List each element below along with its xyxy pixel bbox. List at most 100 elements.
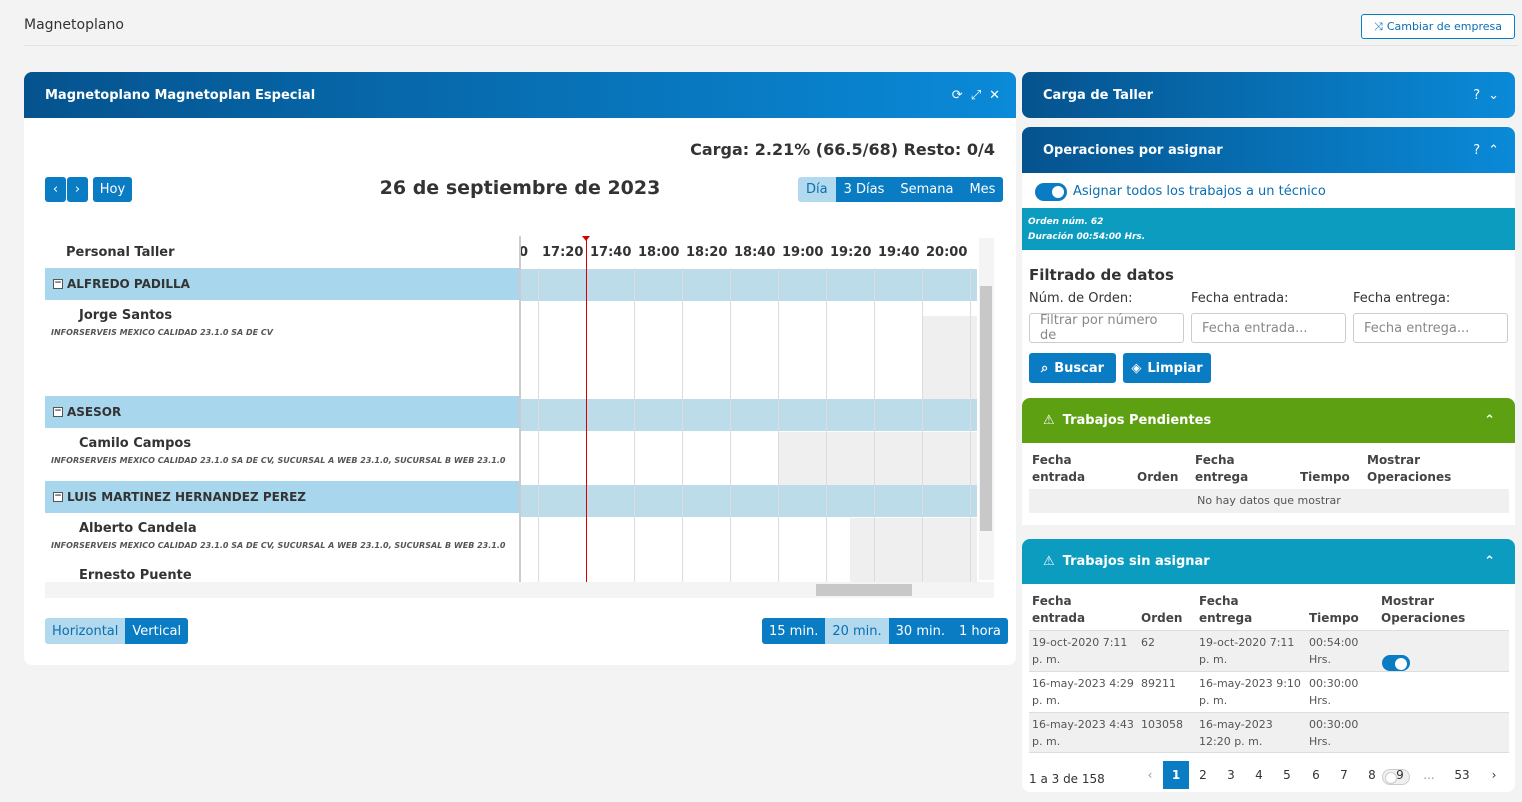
page-9[interactable]: 9 [1387,761,1413,789]
group-band [521,269,977,301]
col-mostrar[interactable]: Mostrar Operaciones [1367,452,1451,486]
page-5[interactable]: 5 [1274,761,1300,789]
timeline-grid: 0 17:20 17:40 18:00 18:20 18:40 19:00 19… [521,236,977,582]
view-3days[interactable]: 3 Días [835,177,893,202]
col-tiempo[interactable]: Tiempo [1300,469,1350,486]
page-3[interactable]: 3 [1218,761,1244,789]
clear-button[interactable]: ◈ Limpiar [1123,353,1211,383]
col-tiempo[interactable]: Tiempo [1309,610,1359,627]
page-7[interactable]: 7 [1331,761,1357,789]
expand-icon[interactable]: ⤢ [971,88,981,103]
refresh-icon[interactable]: ⟳ [952,88,963,103]
current-time-marker [582,236,590,241]
order-filter-label: Núm. de Orden: [1029,291,1133,306]
pagination-summary: 1 a 3 de 158 [1029,772,1105,786]
search-button[interactable]: ⌕ Buscar [1029,353,1116,383]
load-summary: Carga: 2.21% (66.5/68) Resto: 0/4 [690,140,995,159]
col-orden[interactable]: Orden [1141,610,1182,627]
divider [24,45,1518,46]
page-title: Magnetoplano [24,17,124,33]
view-week[interactable]: Semana [892,177,962,202]
orientation-switch: Horizontal Vertical [45,618,189,644]
person-name: Jorge Santos [79,308,173,323]
page-6[interactable]: 6 [1303,761,1329,789]
current-time-line [586,236,587,582]
help-icon[interactable]: ? [1473,88,1480,103]
date-in-input[interactable]: Fecha entrada... [1191,313,1346,343]
chevron-left-icon: ‹ [52,182,59,197]
staff-column-header: Personal Taller [66,244,175,260]
page-4[interactable]: 4 [1246,761,1272,789]
person-company: INFORSERVEIS MEXICO CALIDAD 23.1.0 SA DE… [51,541,506,550]
chevron-down-icon[interactable]: ⌄ [1488,88,1499,103]
group-row[interactable]: − ALFREDO PADILLA [45,268,519,300]
collapse-icon[interactable]: − [53,407,63,417]
search-icon: ⌕ [1040,360,1049,376]
ops-title: Operaciones por asignar [1043,142,1223,158]
col-fecha-entrega[interactable]: Fecha entrega [1195,452,1255,486]
group-row[interactable]: − ASESOR [45,396,519,428]
board-header: Magnetoplano Magnetoplan Especial ⟳ ⤢ ✕ [24,72,1016,118]
view-month[interactable]: Mes [961,177,1004,202]
top-bar [0,0,1522,55]
chevron-up-icon[interactable]: ⌃ [1484,413,1515,428]
carga-card: Carga de Taller? ⌄ [1022,72,1515,118]
order-filter-input[interactable]: Filtrar por número de [1029,313,1184,343]
collapse-icon[interactable]: − [53,279,63,289]
col-orden[interactable]: Orden [1137,469,1178,486]
horizontal-scrollbar[interactable] [45,582,994,598]
staff-column: Personal Taller − ALFREDO PADILLA Jorge S… [45,236,519,582]
interval-20[interactable]: 20 min. [825,618,889,644]
person-name: Ernesto Puente [79,568,192,582]
chevron-up-icon[interactable]: ⌃ [1488,143,1499,158]
empty-message: No hay datos que mostrar [1197,494,1341,507]
pending-header[interactable]: ⚠ Trabajos Pendientes ⌃ [1022,398,1515,443]
shuffle-icon: ⤨ [1374,19,1383,33]
show-operations-toggle[interactable] [1382,655,1410,671]
page-ellipsis: ... [1423,768,1435,782]
chevron-right-icon: › [74,182,81,197]
interval-switch: 15 min. 20 min. 30 min. 1 hora [762,618,1008,644]
person-name: Camilo Campos [79,436,192,451]
person-company: INFORSERVEIS MEXICO CALIDAD 23.1.0 SA DE… [51,456,506,465]
chevron-up-icon[interactable]: ⌃ [1484,554,1515,569]
board-title: Magnetoplano Magnetoplan Especial [45,87,316,103]
date-in-label: Fecha entrada: [1191,291,1289,306]
group-row[interactable]: − LUIS MARTINEZ HERNANDEZ PEREZ [45,481,519,513]
interval-60[interactable]: 1 hora [951,618,1008,644]
person-name: Alberto Candela [79,521,197,536]
col-mostrar[interactable]: Mostrar Operaciones [1381,593,1465,627]
warning-icon: ⚠ [1043,554,1055,569]
switch-company-button[interactable]: ⤨ Cambiar de empresa [1361,14,1515,39]
col-fecha-entrada[interactable]: Fecha entrada [1032,593,1092,627]
page-8[interactable]: 8 [1359,761,1385,789]
unassigned-header[interactable]: ⚠ Trabajos sin asignar ⌃ [1022,539,1515,584]
collapse-icon[interactable]: − [53,492,63,502]
help-icon[interactable]: ? [1473,143,1480,158]
warning-icon: ⚠ [1043,413,1055,428]
group-band [521,485,977,517]
interval-30[interactable]: 30 min. [888,618,952,644]
interval-15[interactable]: 15 min. [762,618,826,644]
vertical-scrollbar[interactable] [979,238,994,580]
col-fecha-entrada[interactable]: Fecha entrada [1032,452,1092,486]
col-fecha-entrega[interactable]: Fecha entrega [1199,593,1259,627]
next-button[interactable]: › [67,177,88,202]
assign-all-label: Asignar todos los trabajos a un técnico [1073,184,1326,199]
next-page[interactable]: › [1481,761,1507,789]
page-2[interactable]: 2 [1190,761,1216,789]
eraser-icon: ◈ [1131,360,1142,376]
tools-icon[interactable]: ✕ [989,88,1000,103]
view-day[interactable]: Día [798,177,836,202]
prev-page[interactable]: ‹ [1137,761,1163,789]
orientation-horizontal[interactable]: Horizontal [45,618,126,644]
page-1[interactable]: 1 [1163,761,1189,789]
date-out-label: Fecha entrega: [1353,291,1451,306]
page-53[interactable]: 53 [1444,761,1480,789]
person-company: INFORSERVEIS MEXICO CALIDAD 23.1.0 SA DE… [51,328,273,337]
today-button[interactable]: Hoy [93,177,132,202]
orientation-vertical[interactable]: Vertical [125,618,189,644]
prev-button[interactable]: ‹ [45,177,66,202]
date-out-input[interactable]: Fecha entrega... [1353,313,1508,343]
assign-all-toggle[interactable] [1035,183,1067,201]
